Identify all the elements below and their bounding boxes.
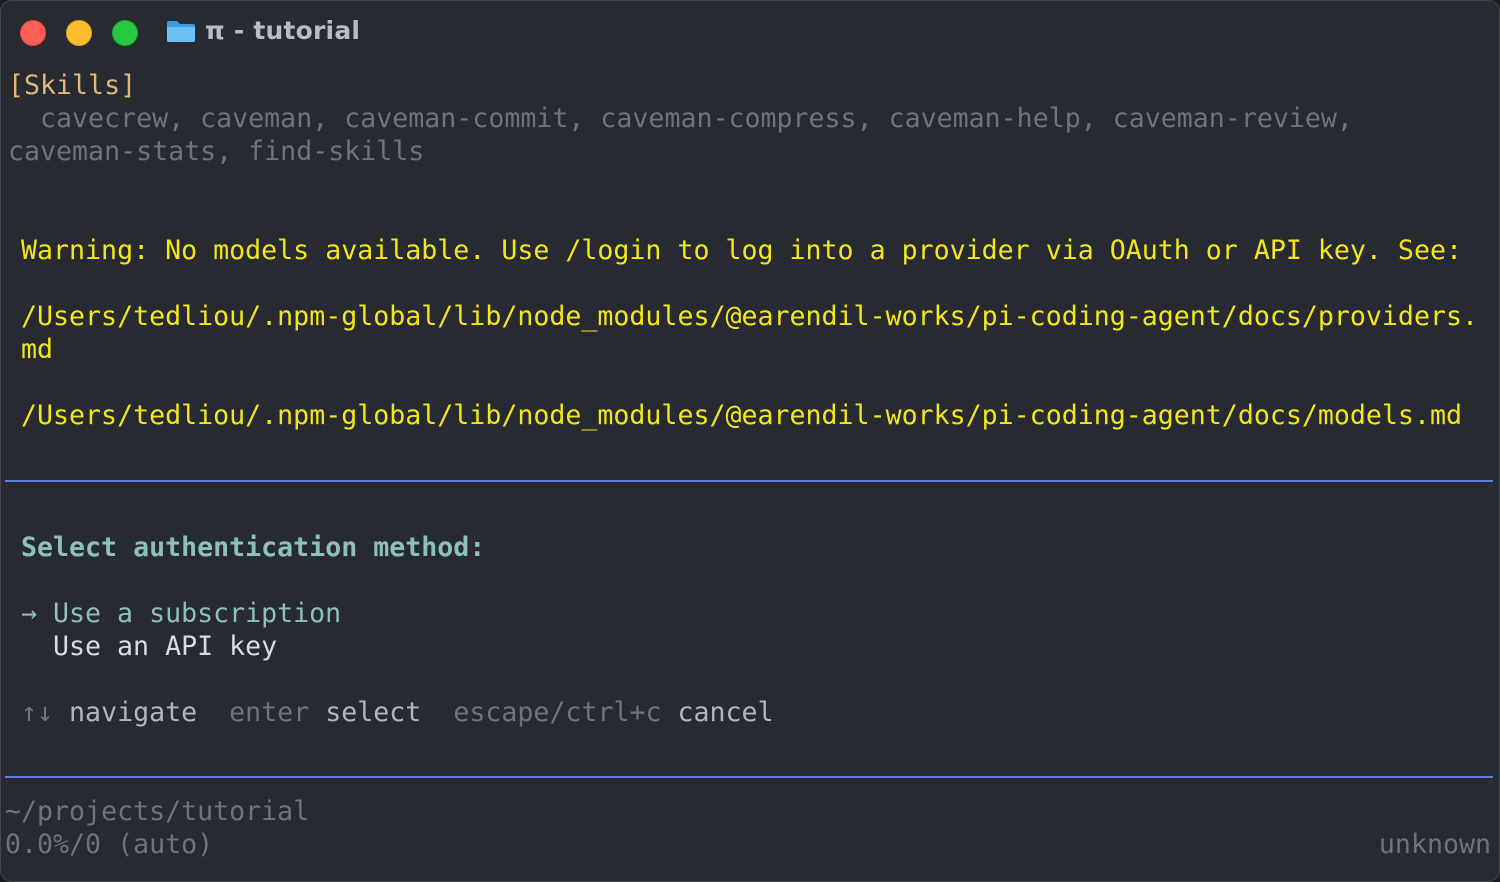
folder-icon: [167, 21, 195, 42]
enter-key: enter: [229, 697, 310, 728]
navigate-hint: navigate: [69, 697, 198, 728]
title-bar: π - tutorial: [1, 1, 1499, 63]
models-doc-path: /Users/tedliou/.npm-global/lib/node_modu…: [21, 400, 1462, 431]
select-hint: select: [325, 697, 422, 728]
cancel-hint: cancel: [677, 697, 774, 728]
option-use-subscription[interactable]: Use a subscription: [53, 597, 341, 630]
auth-method-title: Select authentication method:: [21, 532, 486, 563]
skills-list-line: caveman-stats, find-skills: [8, 136, 425, 167]
divider: [5, 480, 1493, 482]
working-directory: ~/projects/tutorial: [5, 796, 310, 827]
model-status: unknown: [1378, 829, 1491, 860]
minimize-window-button[interactable]: [66, 20, 92, 46]
window-title: π - tutorial: [205, 16, 361, 45]
providers-doc-path: /Users/tedliou/.npm-global/lib/node_modu…: [21, 301, 1478, 332]
navigate-key: ↑↓: [21, 697, 54, 728]
context-usage: 0.0%/0 (auto): [5, 829, 214, 860]
providers-doc-path-continued: md: [21, 334, 54, 365]
maximize-window-button[interactable]: [112, 20, 138, 46]
terminal-window: π - tutorial [Skills] cavecrew, caveman,…: [0, 0, 1500, 882]
selection-arrow-icon: →: [21, 598, 38, 629]
warning-message: Warning: No models available. Use /login…: [21, 235, 1462, 266]
option-use-api-key[interactable]: Use an API key: [53, 630, 277, 663]
divider: [5, 776, 1493, 778]
close-window-button[interactable]: [20, 20, 46, 46]
cancel-key: escape/ctrl+c: [453, 697, 662, 728]
skills-header: [Skills]: [8, 70, 137, 101]
skills-list-line: cavecrew, caveman, caveman-commit, cavem…: [8, 103, 1353, 134]
keyboard-hints: ↑↓ navigate enter select escape/ctrl+c c…: [21, 696, 774, 729]
